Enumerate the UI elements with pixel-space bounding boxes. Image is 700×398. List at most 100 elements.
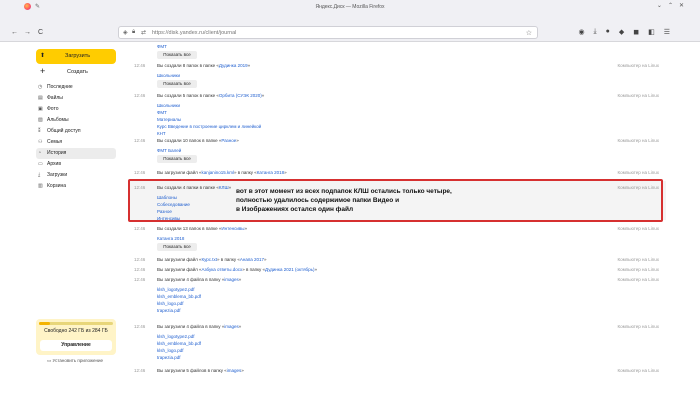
back-button[interactable]: ← (11, 29, 18, 37)
sidebar-item[interactable]: ▥ Корзина (36, 181, 116, 192)
entry-text: Вы загрузили 4 файла в папку «images» (157, 277, 241, 282)
storage-widget: Свободно 242 ГБ из 284 ГБ Управление (36, 319, 116, 355)
folder-link[interactable]: Разное (221, 138, 236, 143)
sidebar-item[interactable]: ◷ Последние (36, 82, 116, 93)
folder-link[interactable]: kanjanino15.kml (201, 170, 234, 175)
file-link[interactable]: Школьники (157, 72, 180, 79)
extension-icon[interactable]: ◆ (619, 28, 624, 36)
reload-button[interactable]: C (38, 29, 43, 37)
folder-link[interactable]: Дудинка 2019 (219, 63, 248, 68)
storage-bar (39, 322, 113, 325)
folder-link[interactable]: images (224, 324, 239, 329)
shield-icon[interactable]: ◈ (123, 29, 128, 36)
file-link[interactable]: ФМТ (157, 43, 167, 50)
entry-file-list: ФМТ (157, 43, 167, 50)
show-all-button[interactable]: Показать все (157, 155, 197, 163)
folder-link[interactable]: Азбука ответы.docx (201, 267, 242, 272)
folder-link[interactable]: Орбита (СУЭК 2020) (219, 93, 262, 98)
sidebar-item[interactable]: ⁑ Общий доступ (36, 126, 116, 137)
permissions-icon[interactable]: ⇄ (141, 29, 146, 36)
entry-text: Вы загрузили 4 файла в папку «images» (157, 324, 241, 329)
entry-text-part: Вы загрузили 4 файла в папку « (157, 324, 225, 329)
entry-text-part: Вы создали 10 папок в папке « (157, 138, 222, 143)
file-link[interactable]: trapezia.pdf (157, 307, 201, 314)
lock-icon[interactable]: 🔒︎ (132, 29, 135, 36)
sidebar-item[interactable]: ▨ Альбомы (36, 115, 116, 126)
sidebar-item[interactable]: ⚇ Семья (36, 137, 116, 148)
show-all-button[interactable]: Показать все (157, 243, 197, 251)
file-link[interactable]: ФМТ (157, 109, 261, 116)
file-link[interactable]: ФМТ Балей (157, 147, 181, 154)
entry-time: 12:46 (134, 277, 146, 282)
entry-text-part: Вы загрузили 5 файлов в папку « (157, 368, 227, 373)
sidebar-item-label: Архив (47, 161, 62, 167)
file-link[interactable]: Курс Введение в построение цирклем и лин… (157, 123, 261, 130)
folder-link[interactable]: Анапа 2017 (240, 257, 264, 262)
download-icon[interactable]: ⤓ (594, 28, 597, 36)
manage-button[interactable]: Управление (40, 340, 112, 351)
entry-text-part: Вы создали 5 папок в папке « (157, 93, 219, 98)
share-icon: ⁑ (38, 128, 41, 134)
sidebar-item[interactable]: ◔ История (36, 148, 116, 159)
archive-icon: ▭ (38, 161, 43, 167)
sidebar-item[interactable]: ▤ Файлы (36, 93, 116, 104)
folder-link[interactable]: Курс.txt (201, 257, 217, 262)
file-link[interactable]: klsh_emblema_bb.pdf (157, 340, 201, 347)
entry-text: Вы загрузили файл «kanjanino15.kml» в па… (157, 170, 287, 175)
entry-text-part: » в папку « (242, 267, 266, 272)
entry-device: Компьютер на Linux (617, 277, 659, 282)
file-link[interactable]: trapezia.pdf (157, 354, 201, 361)
folder-link[interactable]: Интенсивы (221, 226, 244, 231)
upload-icon: ⬆ (40, 53, 46, 59)
file-link[interactable]: klsh_logotype2.pdf (157, 286, 201, 293)
account-icon[interactable]: ● (606, 28, 610, 36)
bookmark-star-icon[interactable]: ☆ (526, 29, 532, 37)
show-all-button[interactable]: Показать все (157, 80, 197, 88)
url-text[interactable]: https://disk.yandex.ru/client/journal (152, 30, 236, 36)
upload-button[interactable]: ⬆ Загрузить (36, 49, 116, 64)
address-bar[interactable]: ◈ 🔒︎ ⇄ https://disk.yandex.ru/client/jou… (118, 26, 538, 39)
sidebar-item[interactable]: ▭ Архив (36, 159, 116, 170)
folder-link[interactable]: Дудинка 2021 (октябрь) (265, 267, 314, 272)
folder-icon: ▤ (38, 95, 43, 101)
close-icon[interactable]: ✕ (679, 2, 684, 9)
entry-text: Вы загрузили файл «Азбука ответы.docx» в… (157, 267, 317, 272)
install-app-link[interactable]: ▭ Установить приложение (47, 358, 103, 364)
show-all-button[interactable]: Показать все (157, 51, 197, 59)
file-link[interactable]: klsh_logotype2.pdf (157, 333, 201, 340)
create-button[interactable]: + Создать (36, 65, 116, 80)
menu-icon[interactable]: ☰ (664, 28, 670, 36)
entry-time: 12:46 (134, 93, 146, 98)
folder-link[interactable]: Катанга 2018 (257, 170, 284, 175)
entry-file-list: Школьники (157, 72, 180, 79)
entry-file-list: klsh_logotype2.pdf klsh_emblema_bb.pdf kls… (157, 286, 201, 314)
pocket-icon[interactable]: ◉ (578, 28, 584, 36)
file-link[interactable]: КНТ (157, 130, 261, 137)
extension-icon-2[interactable]: ◼ (633, 28, 639, 36)
entry-device: Компьютер на Linux (617, 93, 659, 98)
photo-icon: ▣ (38, 106, 43, 112)
file-link[interactable]: klsh_emblema_bb.pdf (157, 293, 201, 300)
window-title: Яндекс.Диск — Mozilla Firefox (315, 4, 385, 10)
folder-link[interactable]: images (224, 277, 239, 282)
trash-icon: ▥ (38, 183, 43, 189)
file-link[interactable]: klsh_logo.pdf (157, 347, 201, 354)
maximize-icon[interactable]: ⌃ (668, 2, 673, 9)
file-link[interactable]: klsh_logo.pdf (157, 300, 201, 307)
file-link[interactable]: Материалы (157, 116, 261, 123)
tabs-icon[interactable]: ◧ (648, 28, 655, 36)
entry-device: Компьютер на Linux (617, 257, 659, 262)
entry-text: Вы создали 5 папок в папке «Орбита (СУЭК… (157, 93, 264, 98)
folder-link[interactable]: images (227, 368, 242, 373)
entry-text: Вы создали 10 папок в папке «Разное» (157, 138, 239, 143)
minimize-icon[interactable]: ⌄ (657, 2, 662, 9)
entry-file-list: klsh_logotype2.pdf klsh_emblema_bb.pdf kls… (157, 333, 201, 361)
sidebar-item[interactable]: ▣ Фото (36, 104, 116, 115)
file-link[interactable]: Школьники (157, 102, 261, 109)
forward-button[interactable]: → (24, 29, 31, 37)
annotation-line: вот в этот момент из всех подпапок КЛШ о… (236, 188, 452, 195)
file-link[interactable]: Катанга 2018 (157, 235, 184, 242)
sidebar-item-label: Фото (47, 106, 59, 112)
entry-device: Компьютер на Linux (617, 170, 659, 175)
sidebar-item[interactable]: ⤓ Загрузки (36, 170, 116, 181)
